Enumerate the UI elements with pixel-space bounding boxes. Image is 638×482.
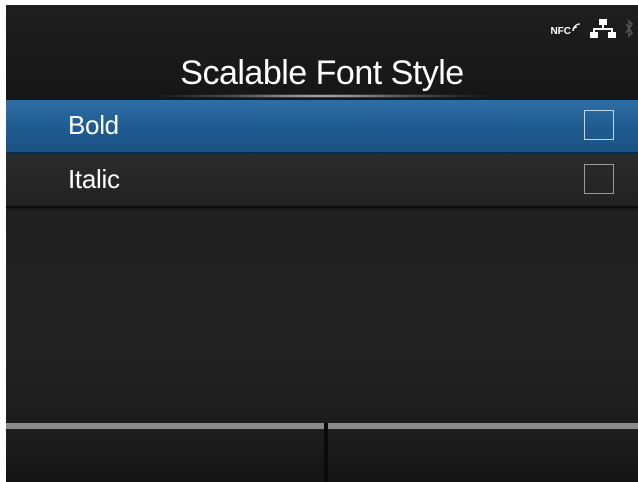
status-icons: NFC: [550, 17, 634, 45]
page-title: Scalable Font Style: [180, 54, 464, 92]
option-italic[interactable]: Italic: [6, 154, 638, 208]
nfc-icon: NFC: [550, 22, 582, 37]
nfc-label: NFC: [550, 25, 571, 37]
softkey-bar: [6, 423, 638, 482]
option-label: Italic: [68, 164, 120, 194]
softkey-right-bar: [328, 423, 638, 429]
bluetooth-icon: [624, 18, 634, 45]
italic-checkbox[interactable]: [584, 164, 614, 194]
softkey-right[interactable]: [328, 423, 638, 482]
softkey-left-bar: [6, 423, 324, 429]
printer-display: NFC Scalable Font Style Bold Italic: [6, 5, 638, 482]
options-list: Bold Italic: [6, 100, 638, 208]
option-label: Bold: [68, 110, 119, 140]
empty-list-area: [6, 210, 638, 423]
bold-checkbox[interactable]: [584, 110, 614, 140]
title-underline: [156, 94, 488, 98]
softkey-left[interactable]: [6, 423, 324, 482]
option-bold[interactable]: Bold: [6, 100, 638, 154]
header: NFC Scalable Font Style: [6, 5, 638, 100]
network-icon: [590, 18, 616, 45]
